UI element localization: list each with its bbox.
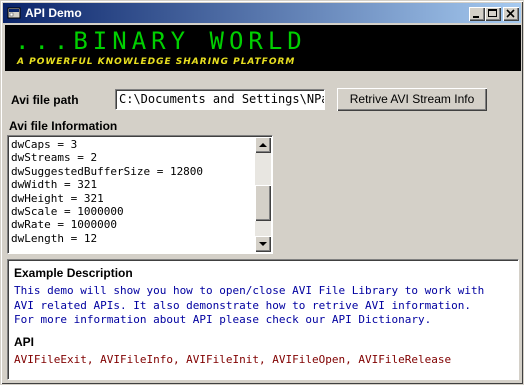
info-line: dwHeight = 321: [11, 191, 104, 205]
api-heading: API: [14, 335, 35, 349]
banner: ...BINARY WORLD A POWERFUL KNOWLEDGE SHA…: [5, 25, 521, 71]
info-line: dwSuggestedBufferSize = 12800: [11, 164, 204, 178]
description-panel: Example Description This demo will show …: [7, 259, 519, 380]
close-icon: [506, 9, 515, 18]
info-line: dwScale = 1000000: [11, 205, 124, 219]
maximize-button[interactable]: [485, 7, 501, 21]
arrow-down-icon: [259, 242, 267, 246]
banner-title: ...BINARY WORLD: [15, 27, 307, 55]
description-heading: Example Description: [14, 266, 133, 280]
info-scrollbar[interactable]: [255, 137, 271, 252]
info-line: dwLength = 12: [11, 231, 98, 245]
avi-path-input[interactable]: C:\Documents and Settings\NPa: [115, 89, 325, 110]
description-line: AVI related APIs. It also demonstrate ho…: [14, 298, 471, 312]
description-line: This demo will show you how to open/clos…: [14, 284, 485, 297]
app-icon: [7, 6, 21, 20]
arrow-up-icon: [259, 143, 267, 147]
banner-subtitle: A POWERFUL KNOWLEDGE SHARING PLATFORM: [17, 57, 296, 67]
info-line: dwStreams = 2: [11, 151, 98, 165]
info-line: dwWidth = 321: [11, 178, 98, 192]
close-button[interactable]: [503, 7, 519, 21]
window-title: API Demo: [25, 6, 82, 20]
api-list: AVIFileExit, AVIFileInfo, AVIFileInit, A…: [14, 353, 452, 366]
avi-info-textbox[interactable]: dwCaps = 3 dwStreams = 2 dwSuggestedBuff…: [7, 135, 273, 254]
avi-info-lines: dwCaps = 3 dwStreams = 2 dwSuggestedBuff…: [11, 138, 255, 251]
description-line: For more information about API please ch…: [14, 313, 432, 326]
maximize-icon: [488, 9, 497, 17]
avi-info-label: Avi file Information: [9, 119, 118, 133]
info-line: dwCaps = 3: [11, 138, 78, 151]
info-line: dwRate = 1000000: [11, 218, 117, 232]
app-window: API Demo ...BINARY WORLD A POWERFUL KNOW…: [0, 0, 524, 385]
description-text: This demo will show you how to open/clos…: [14, 284, 514, 328]
minimize-button[interactable]: [469, 7, 485, 21]
title-bar[interactable]: API Demo: [3, 3, 521, 23]
scroll-thumb[interactable]: [255, 185, 271, 221]
scroll-down-button[interactable]: [255, 236, 271, 252]
retrieve-info-button[interactable]: Retrive AVI Stream Info: [337, 88, 487, 111]
avi-path-label: Avi file path: [11, 93, 79, 107]
minimize-icon: [473, 16, 479, 18]
scroll-up-button[interactable]: [255, 137, 271, 153]
